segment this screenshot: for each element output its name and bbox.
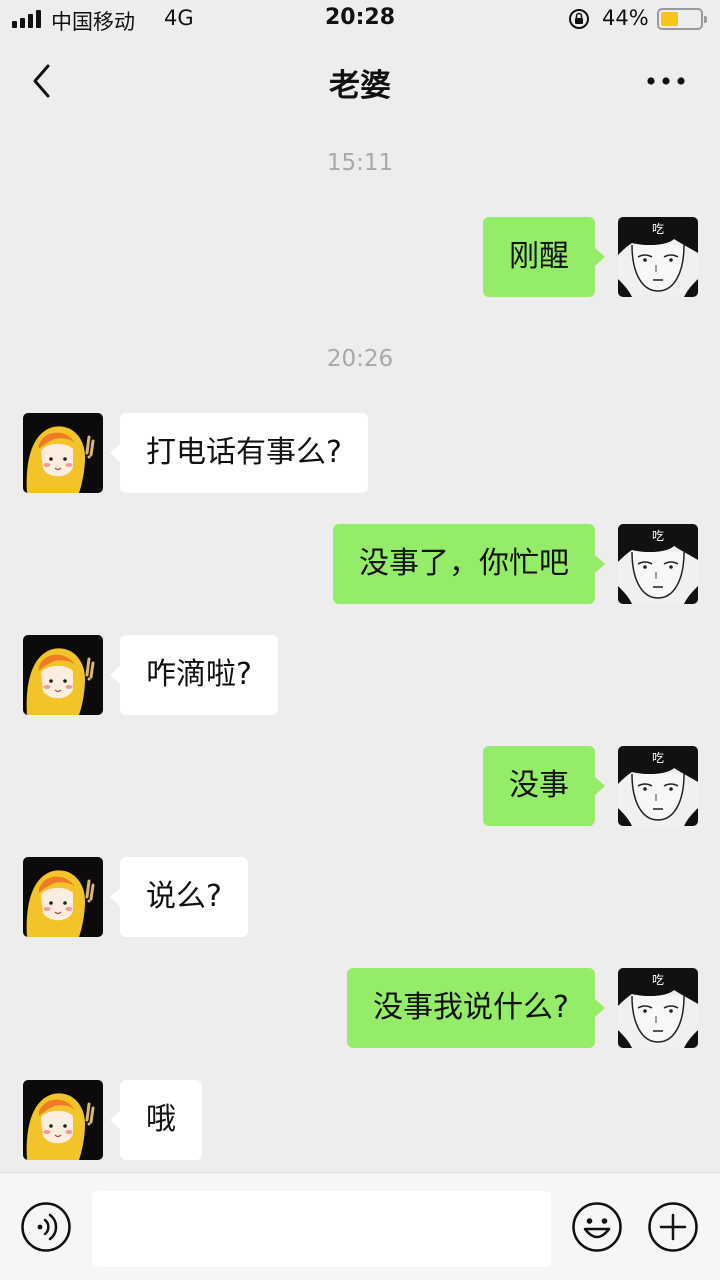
contact-avatar[interactable] [23, 413, 103, 493]
emoji-icon[interactable] [571, 1201, 623, 1253]
my-avatar[interactable] [618, 968, 698, 1048]
received-message-bubble[interactable]: 打电话有事么? [110, 413, 368, 493]
contact-avatar[interactable] [23, 857, 103, 937]
timestamp: 20:26 [326, 346, 394, 372]
input-bar [0, 1172, 720, 1280]
sent-message-bubble[interactable]: 没事了，你忙吧 [333, 524, 605, 604]
my-avatar[interactable] [618, 524, 698, 604]
my-avatar[interactable] [618, 746, 698, 826]
my-avatar[interactable] [618, 217, 698, 297]
battery-icon [657, 8, 707, 30]
voice-icon[interactable] [20, 1201, 72, 1253]
rotation-lock-icon [569, 9, 589, 29]
sent-message-bubble[interactable]: 没事我说什么? [347, 968, 605, 1048]
sent-message-bubble[interactable]: 刚醒 [483, 217, 605, 297]
received-message-bubble[interactable]: 说么? [110, 857, 248, 937]
received-message-bubble[interactable]: 咋滴啦? [110, 635, 278, 715]
contact-avatar[interactable] [23, 635, 103, 715]
message-input[interactable] [92, 1191, 551, 1267]
chat-header: 老婆 [0, 40, 720, 122]
timestamp: 15:11 [326, 150, 394, 176]
chat-title: 老婆 [329, 68, 391, 104]
sent-message-bubble[interactable]: 没事 [483, 746, 605, 826]
plus-icon[interactable] [647, 1201, 699, 1253]
contact-avatar[interactable] [23, 1080, 103, 1160]
more-dots-icon[interactable] [646, 76, 686, 86]
status-bar: 中国移动 4G 20:28 44% [0, 0, 720, 40]
battery-percent: 44% [602, 6, 649, 30]
battery-fill [661, 12, 678, 26]
received-message-bubble[interactable]: 哦 [110, 1080, 202, 1160]
